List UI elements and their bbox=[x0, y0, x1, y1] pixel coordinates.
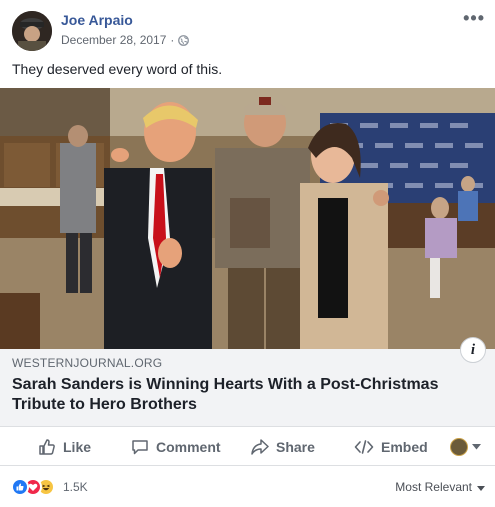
globe-icon[interactable] bbox=[178, 34, 190, 46]
like-label: Like bbox=[63, 439, 92, 455]
page-avatar-icon bbox=[450, 438, 468, 456]
like-button[interactable]: Like bbox=[38, 428, 91, 466]
chevron-down-icon bbox=[472, 444, 481, 450]
author-avatar[interactable] bbox=[12, 11, 52, 51]
post-date[interactable]: December 28, 2017 bbox=[61, 33, 166, 47]
reactions-summary[interactable]: 1.5K bbox=[11, 478, 88, 496]
reaction-count[interactable]: 1.5K bbox=[63, 480, 88, 494]
share-label: Share bbox=[276, 439, 315, 455]
link-preview[interactable]: WESTERNJOURNAL.ORG Sarah Sanders is Winn… bbox=[0, 349, 495, 427]
code-icon bbox=[354, 439, 374, 455]
share-button[interactable]: Share bbox=[250, 428, 315, 466]
link-domain: WESTERNJOURNAL.ORG bbox=[12, 356, 163, 370]
more-options-icon[interactable]: ••• bbox=[463, 8, 485, 29]
share-icon bbox=[250, 438, 269, 456]
reaction-as-selector[interactable] bbox=[450, 428, 481, 466]
comment-icon bbox=[131, 438, 149, 456]
embed-label: Embed bbox=[381, 439, 428, 455]
caret-down-icon bbox=[477, 480, 485, 494]
author-name[interactable]: Joe Arpaio bbox=[61, 12, 133, 28]
comment-label: Comment bbox=[156, 439, 221, 455]
meta-separator: · bbox=[170, 33, 175, 47]
comment-button[interactable]: Comment bbox=[131, 428, 221, 466]
post-meta: December 28, 2017 · bbox=[61, 33, 190, 47]
link-title[interactable]: Sarah Sanders is Winning Hearts With a P… bbox=[12, 375, 472, 415]
link-preview-image[interactable] bbox=[0, 88, 495, 349]
post-text: They deserved every word of this. bbox=[12, 61, 223, 77]
sort-label: Most Relevant bbox=[395, 480, 472, 494]
facebook-post: Joe Arpaio December 28, 2017 · ••• They … bbox=[0, 0, 495, 507]
embed-button[interactable]: Embed bbox=[354, 428, 428, 466]
thumbs-up-icon bbox=[38, 438, 56, 456]
reaction-summary-bar: 1.5K Most Relevant bbox=[0, 467, 495, 507]
post-action-bar: Like Comment Share Embed bbox=[0, 428, 495, 466]
like-reaction-icon bbox=[11, 478, 29, 496]
comment-sort-dropdown[interactable]: Most Relevant bbox=[395, 480, 485, 494]
info-icon[interactable]: i bbox=[460, 337, 486, 363]
